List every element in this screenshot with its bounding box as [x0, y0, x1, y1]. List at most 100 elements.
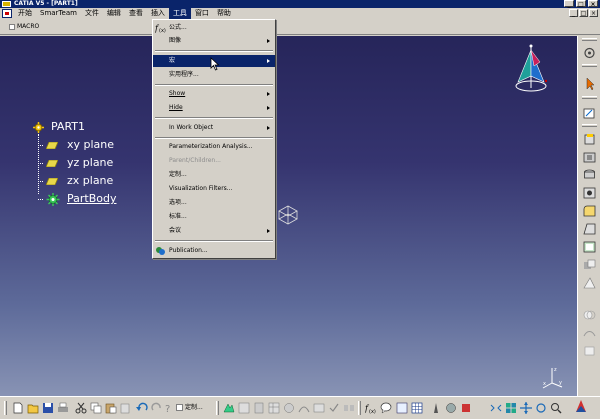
menu-start[interactable]: 开始	[14, 8, 36, 19]
doc-close-button[interactable]: ×	[589, 9, 598, 17]
minimize-button[interactable]: _	[564, 0, 574, 8]
formula-toolbar-icon[interactable]: f (x)	[365, 402, 377, 414]
new-icon[interactable]	[12, 402, 24, 414]
menu-item-formula[interactable]: f (x) 公式...	[153, 22, 275, 34]
sketch-analysis-icon[interactable]	[238, 402, 250, 414]
3d-viewport[interactable]: PART1 xy plane yz plane zx plane PartBod…	[0, 36, 577, 396]
plane-icon	[46, 142, 58, 149]
menu-bar: 开始 SmarTeam 文件 编辑 查看 插入 工具 窗口 帮助 _ □ ×	[0, 8, 600, 19]
menu-item-standards[interactable]: 标准...	[153, 211, 275, 223]
maximize-button[interactable]: □	[576, 0, 586, 8]
menu-item-image[interactable]: 图像	[153, 35, 275, 47]
macro-label: MACRO	[17, 23, 40, 30]
svg-text:?: ?	[165, 404, 170, 414]
multi-view-icon[interactable]	[505, 402, 517, 414]
tree-item-label: PartBody	[67, 192, 117, 205]
document-window-controls: _ □ ×	[569, 9, 598, 17]
menu-item-customize[interactable]: 定制...	[153, 169, 275, 181]
pocket-icon[interactable]	[582, 150, 597, 164]
menu-item-show[interactable]: Show	[153, 88, 275, 100]
menu-window[interactable]: 窗口	[191, 8, 213, 19]
sketch-icon[interactable]	[582, 106, 597, 120]
menu-tools[interactable]: 工具	[168, 8, 191, 19]
fillet-icon[interactable]	[582, 204, 597, 218]
document-icon[interactable]	[2, 9, 12, 18]
doc-minimize-button[interactable]: _	[569, 9, 578, 17]
boolean-icon[interactable]	[582, 308, 597, 322]
redo-icon[interactable]	[151, 402, 163, 414]
macro-checkbox[interactable]	[9, 24, 15, 30]
compare-icon[interactable]	[343, 402, 355, 414]
transform-icon[interactable]	[582, 258, 597, 272]
submenu-arrow-icon	[267, 59, 270, 63]
right-toolbar	[577, 36, 600, 396]
comment-icon[interactable]	[380, 402, 392, 414]
menu-item-parent-children: Parent/Children...	[169, 157, 221, 164]
cut-icon[interactable]	[75, 402, 87, 414]
hole-icon[interactable]	[582, 186, 597, 200]
menu-item-hide[interactable]: Hide	[153, 102, 275, 114]
pan-icon[interactable]	[520, 402, 532, 414]
copy-icon[interactable]	[90, 402, 102, 414]
3d-compass-icon[interactable]	[510, 44, 552, 94]
svg-text:y: y	[559, 380, 562, 386]
tree-connector	[38, 134, 39, 194]
measure-icon[interactable]	[582, 276, 597, 290]
partbody-gear-icon	[46, 193, 60, 206]
formula-icon: f (x)	[155, 24, 166, 33]
menu-item-conference[interactable]: 会议	[153, 225, 275, 237]
svg-text:z: z	[554, 367, 557, 373]
menu-item-publication[interactable]: Publication...	[153, 245, 275, 257]
pad-icon[interactable]	[582, 132, 597, 146]
knowledge-icon[interactable]	[283, 402, 295, 414]
submenu-arrow-icon	[267, 126, 270, 130]
menu-file[interactable]: 文件	[81, 8, 103, 19]
sketcher-icon[interactable]	[582, 46, 597, 60]
surface-icon[interactable]	[582, 326, 597, 340]
check-analysis-icon[interactable]	[396, 402, 408, 414]
view-mode-icon[interactable]	[445, 402, 457, 414]
fly-mode-icon[interactable]	[430, 402, 442, 414]
check-icon[interactable]	[328, 402, 340, 414]
render-style-icon[interactable]	[460, 402, 472, 414]
grid-icon[interactable]	[411, 402, 423, 414]
menu-item-visualization-filters[interactable]: Visualization Filters...	[153, 183, 275, 195]
open-icon[interactable]	[27, 402, 39, 414]
publication-icon	[156, 247, 165, 255]
pointer-icon[interactable]	[582, 77, 597, 91]
print-icon[interactable]	[57, 402, 69, 414]
tree-root-label: PART1	[51, 120, 86, 133]
menu-help[interactable]: 帮助	[213, 8, 235, 19]
whats-this-icon[interactable]: ?	[163, 402, 175, 414]
doc-restore-button[interactable]: □	[579, 9, 588, 17]
fit-all-icon[interactable]	[490, 402, 502, 414]
paste-icon[interactable]	[105, 402, 117, 414]
undo-icon[interactable]	[136, 402, 148, 414]
menu-item-options[interactable]: 选项...	[153, 197, 275, 209]
zoom-icon[interactable]	[550, 402, 562, 414]
shell-icon[interactable]	[582, 240, 597, 254]
rotate-icon[interactable]	[535, 402, 547, 414]
law-icon[interactable]	[298, 402, 310, 414]
draft-icon[interactable]	[582, 222, 597, 236]
paste-special-icon[interactable]	[120, 402, 132, 414]
shaft-icon[interactable]	[582, 168, 597, 182]
update-icon[interactable]	[223, 402, 235, 414]
menu-insert[interactable]: 插入	[147, 8, 169, 19]
table-icon[interactable]	[268, 402, 280, 414]
catalog-icon[interactable]	[253, 402, 265, 414]
menu-smarteam[interactable]: SmarTeam	[36, 8, 81, 19]
catia-app-icon	[2, 1, 11, 7]
menu-item-parameterization-analysis[interactable]: Parameterization Analysis...	[153, 141, 275, 153]
thickness-icon[interactable]	[582, 344, 597, 358]
save-icon[interactable]	[42, 402, 54, 414]
menu-item-in-work-object[interactable]: In Work Object	[153, 122, 275, 134]
submenu-arrow-icon	[267, 39, 270, 43]
menu-view[interactable]: 查看	[125, 8, 147, 19]
customize-checkbox[interactable]	[176, 404, 183, 411]
design-table-icon[interactable]	[313, 402, 325, 414]
axis-system-icon	[278, 205, 298, 225]
close-button[interactable]: ×	[588, 0, 598, 8]
submenu-arrow-icon	[267, 106, 270, 110]
menu-edit[interactable]: 编辑	[103, 8, 125, 19]
